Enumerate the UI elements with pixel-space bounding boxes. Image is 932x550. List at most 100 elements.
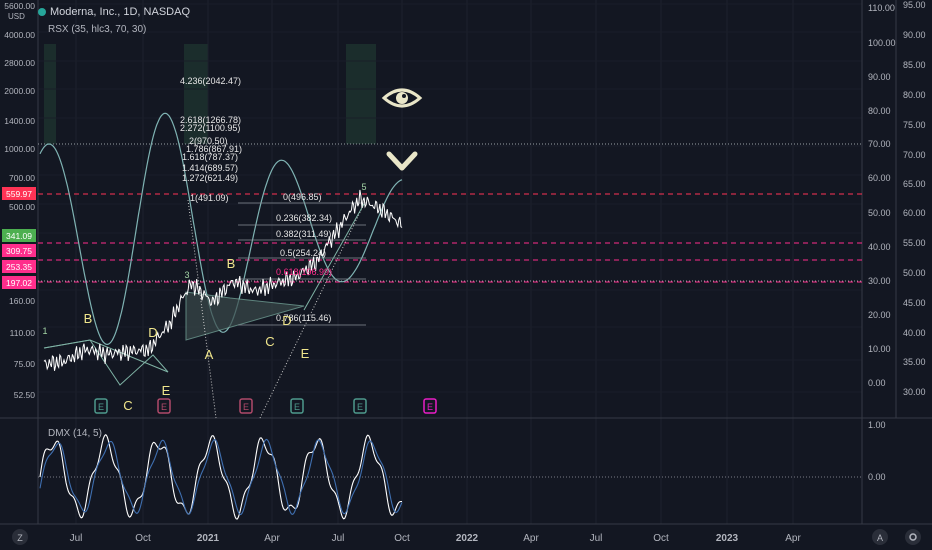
- rsx-tick-label: 0.00: [868, 378, 886, 388]
- fib-level-label: 4.236(2042.47): [180, 76, 241, 86]
- fib-level-label: 0.382(311.49): [276, 229, 331, 239]
- price-tag-label: 559.97: [6, 189, 32, 199]
- time-tick-label: Oct: [394, 533, 410, 544]
- rsx-tick-label: 60.00: [868, 173, 891, 183]
- wave-label: 1: [42, 326, 47, 336]
- wave-label: 5: [361, 182, 366, 192]
- wave-label: 3: [184, 270, 189, 280]
- price-tag-label: 341.09: [6, 231, 32, 241]
- dmx-tick-label: 1.00: [868, 420, 886, 430]
- fib-level-label: 0.618(196.99): [276, 267, 332, 277]
- earnings-badge-label: E: [294, 402, 300, 412]
- rsx-tick-label: 70.00: [868, 139, 891, 149]
- time-tick-label: Jul: [332, 533, 345, 544]
- price-tag-label: 253.35: [6, 262, 32, 272]
- auto-scale-button[interactable]: A: [872, 529, 888, 545]
- rsx-tick-label: 20.00: [868, 310, 891, 320]
- time-tick-label: Apr: [785, 533, 801, 544]
- outer-tick-label: 80.00: [903, 90, 926, 100]
- rsx-tick-label: 90.00: [868, 72, 891, 82]
- rsx-tick-label: 30.00: [868, 276, 891, 286]
- price-tick-label: 52.50: [14, 390, 36, 400]
- time-tick-label: Oct: [135, 533, 151, 544]
- symbol-logo: [38, 8, 46, 17]
- price-tick-label: 1400.00: [4, 116, 35, 126]
- price-tick-label: 1000.00: [4, 144, 35, 154]
- price-tick-label: 700.00: [9, 173, 35, 183]
- settings-icon[interactable]: [905, 529, 921, 545]
- chart-title[interactable]: Moderna, Inc., 1D, NASDAQ: [50, 6, 190, 18]
- fib-level-label: 1.414(689.57): [182, 163, 238, 173]
- outer-tick-label: 40.00: [903, 328, 926, 338]
- time-tick-label: Oct: [653, 533, 669, 544]
- svg-text:A: A: [877, 533, 883, 543]
- fib-level-label: 2.272(1100.95): [180, 123, 240, 133]
- rsx-tick-label: 10.00: [868, 344, 891, 354]
- time-tick-label: Jul: [590, 533, 603, 544]
- wave-label: A: [205, 347, 214, 362]
- wave-label: C: [123, 398, 132, 413]
- wave-label: D: [282, 313, 291, 328]
- fib-level-label: 0.236(382.34): [276, 213, 332, 223]
- price-tick-label: 4000.00: [4, 30, 35, 40]
- indicator-dmx-label[interactable]: DMX (14, 5): [48, 428, 102, 439]
- earnings-badge-label: E: [243, 402, 249, 412]
- zoom-button[interactable]: Z: [12, 529, 28, 545]
- dmx-tick-label: 0.00: [868, 472, 886, 482]
- outer-tick-label: 60.00: [903, 208, 926, 218]
- wave-label: C: [265, 334, 274, 349]
- outer-tick-label: 50.00: [903, 268, 926, 278]
- outer-tick-label: 95.00: [903, 0, 926, 10]
- price-tick-label: 160.00: [9, 296, 35, 306]
- fib-level-label: 1(491.09): [190, 193, 229, 203]
- outer-tick-label: 55.00: [903, 238, 926, 248]
- time-tick-label: 2021: [197, 533, 220, 544]
- wave-label: D: [148, 325, 157, 340]
- chart-background: [0, 0, 932, 550]
- earnings-badge-label: E: [357, 402, 363, 412]
- outer-tick-label: 70.00: [903, 150, 926, 160]
- outer-tick-label: 90.00: [903, 30, 926, 40]
- rsx-tick-label: 110.00: [868, 3, 895, 13]
- price-tick-label: 500.00: [9, 202, 35, 212]
- chart-canvas: 4.236(2042.47)2.618(1266.78)2.272(1100.9…: [0, 0, 932, 550]
- fib-level-label: 0.5(254.24): [280, 248, 326, 258]
- outer-tick-label: 35.00: [903, 357, 926, 367]
- time-tick-label: Apr: [264, 533, 280, 544]
- earnings-badge-label: E: [161, 402, 167, 412]
- rsx-tick-label: 40.00: [868, 242, 891, 252]
- time-tick-label: 2022: [456, 533, 479, 544]
- rsx-tick-label: 80.00: [868, 106, 891, 116]
- outer-tick-label: 75.00: [903, 120, 926, 130]
- fib-level-label: 1.618(787.37): [182, 152, 238, 162]
- price-tick-label: 5600.00: [4, 1, 35, 11]
- price-tag-label: 309.75: [6, 246, 32, 256]
- earnings-badge-label: E: [427, 402, 433, 412]
- wave-label: E: [301, 346, 310, 361]
- price-tick-label: 110.00: [10, 328, 36, 338]
- chart-header: Moderna, Inc., 1D, NASDAQ: [38, 6, 190, 18]
- outer-tick-label: 45.00: [903, 298, 926, 308]
- wave-label: B: [84, 311, 93, 326]
- rsx-tick-label: 50.00: [868, 208, 891, 218]
- price-tick-label: 75.00: [14, 359, 36, 369]
- outer-tick-label: 30.00: [903, 387, 926, 397]
- fib-level-label: 0(496.85): [283, 192, 322, 202]
- indicator-rsx-label[interactable]: RSX (35, hlc3, 70, 30): [48, 24, 146, 35]
- price-tick-label: 2800.00: [4, 58, 35, 68]
- wave-label: B: [227, 256, 236, 271]
- price-tick-label: 2000.00: [4, 86, 35, 96]
- time-tick-label: Apr: [523, 533, 539, 544]
- outer-tick-label: 65.00: [903, 179, 926, 189]
- time-tick-label: 2023: [716, 533, 739, 544]
- time-tick-label: Jul: [70, 533, 83, 544]
- rsx-zone: [346, 44, 376, 144]
- rsx-tick-label: 100.00: [868, 38, 896, 48]
- price-tag-label: 197.02: [6, 278, 32, 288]
- rsx-zone: [44, 44, 56, 144]
- outer-tick-label: 85.00: [903, 60, 926, 70]
- wave-label: E: [162, 383, 171, 398]
- svg-text:Z: Z: [17, 533, 23, 543]
- fib-level-label: 1.272(621.49): [182, 173, 238, 183]
- currency-label: USD: [8, 12, 25, 21]
